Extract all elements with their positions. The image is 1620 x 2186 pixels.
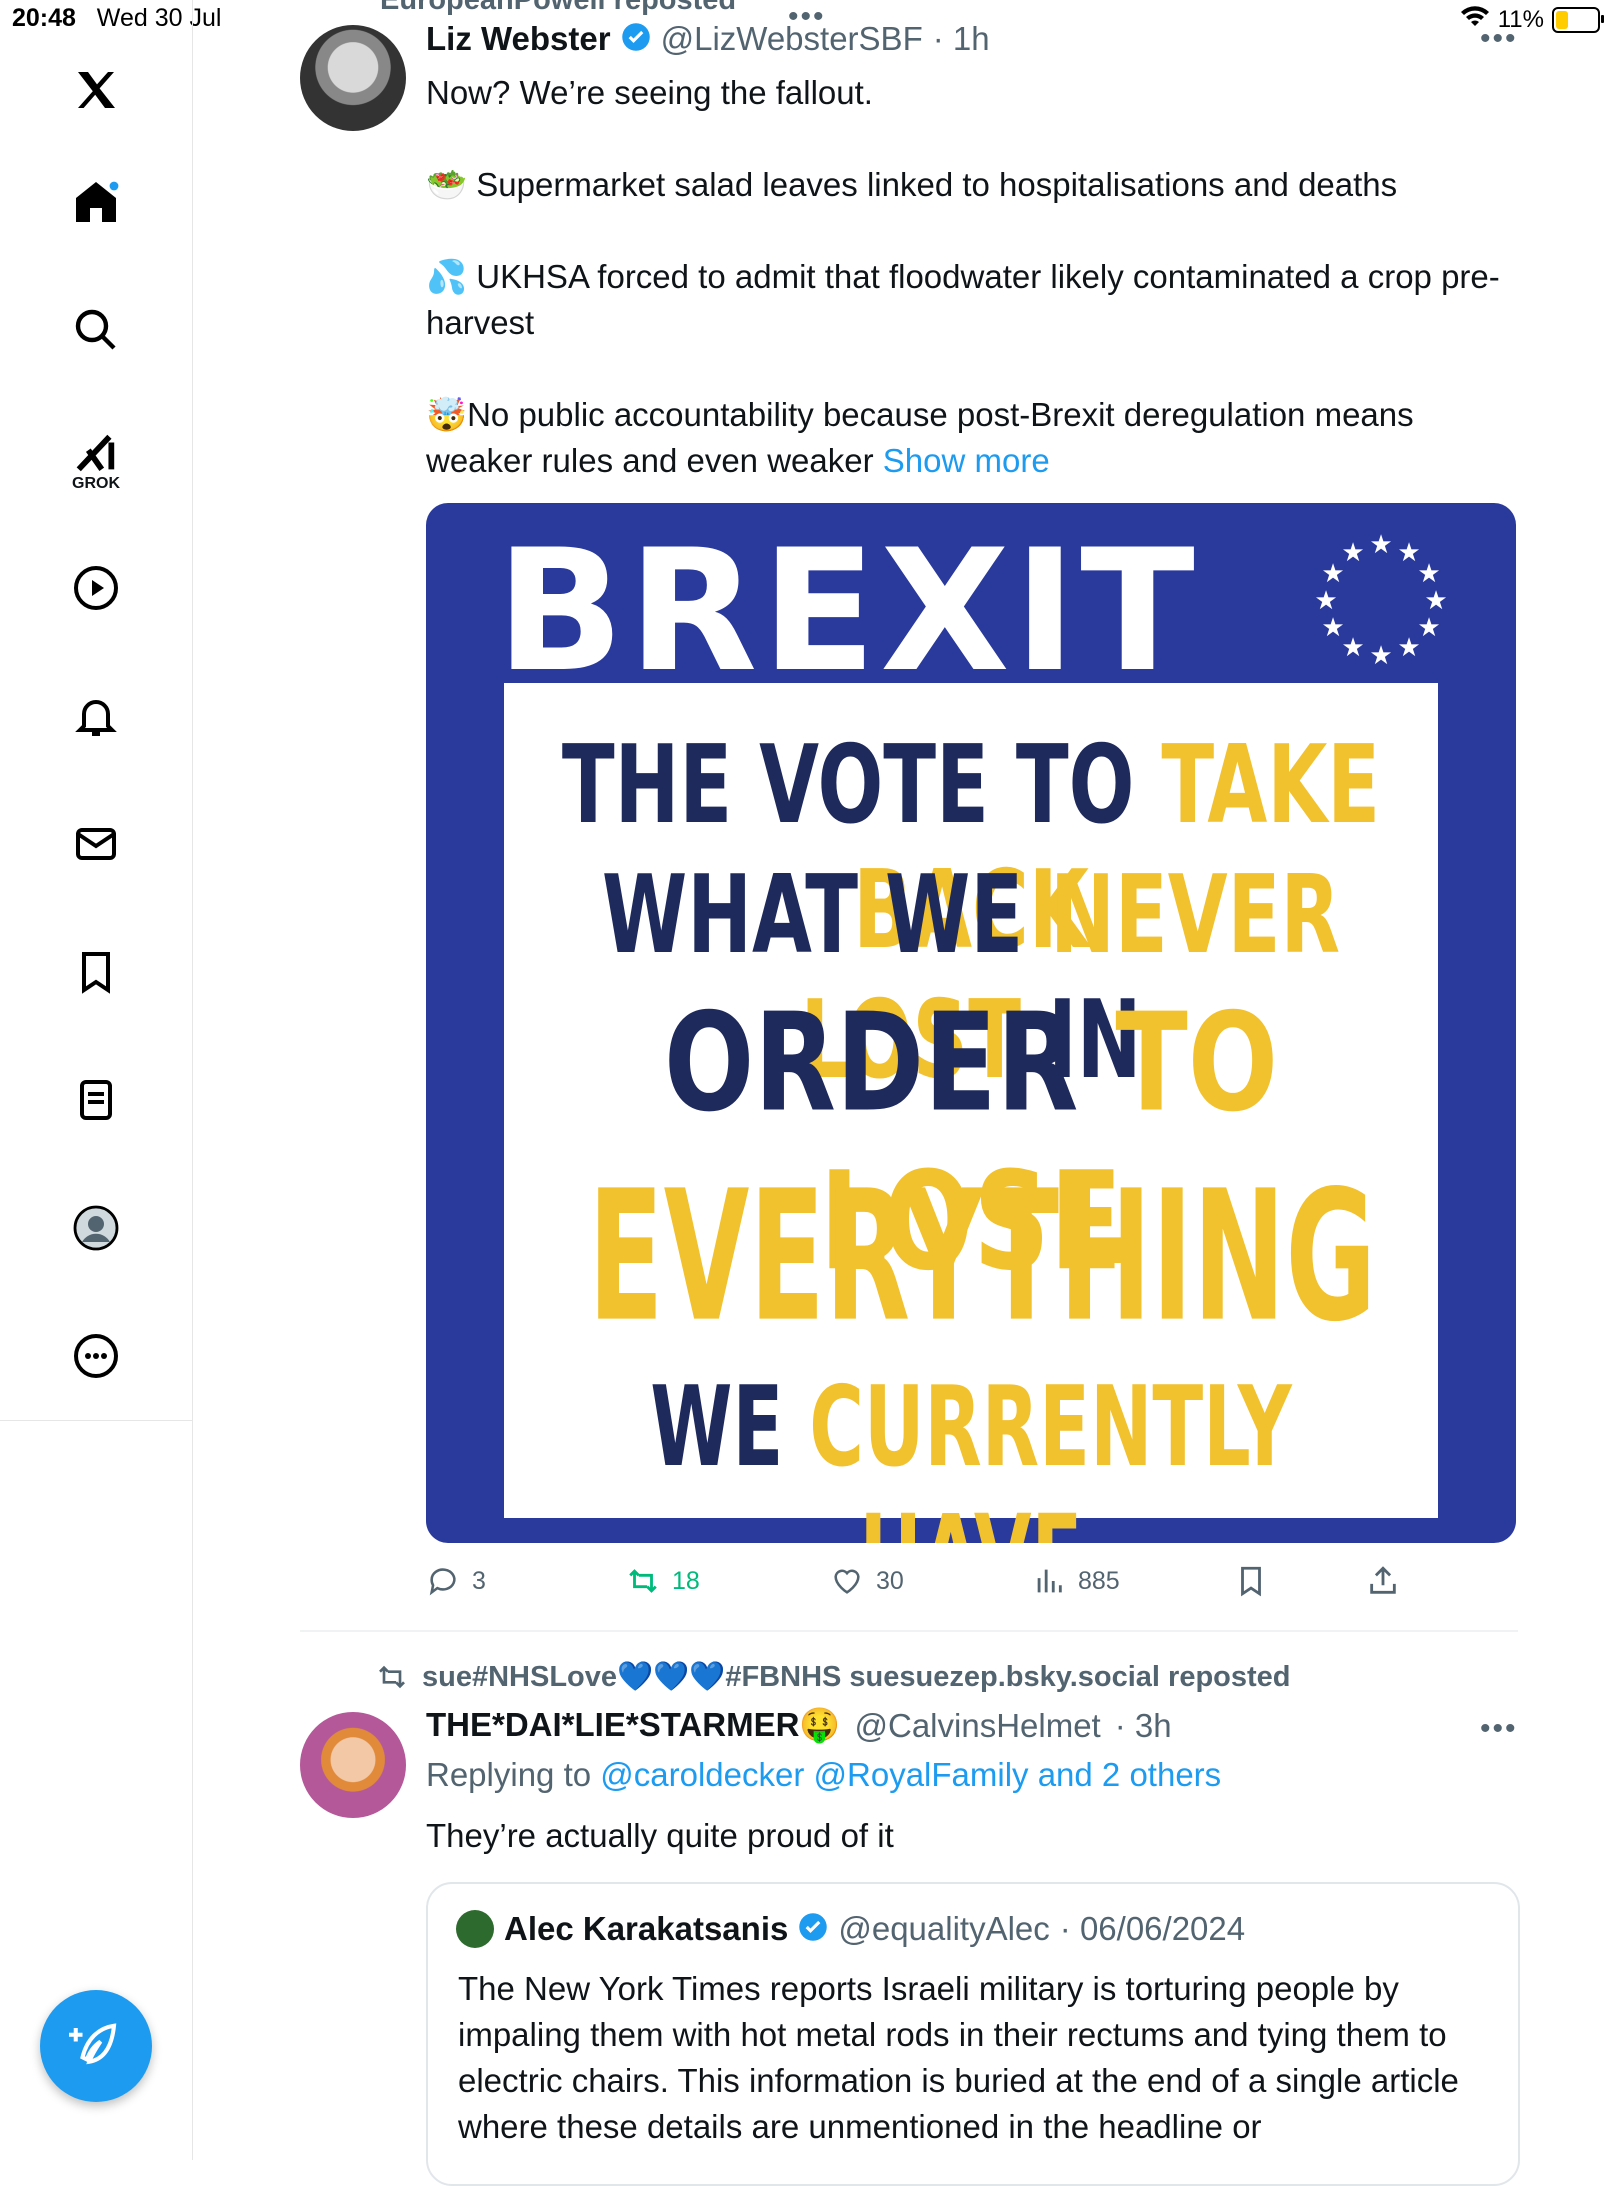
repost-button[interactable]: 18: [626, 1564, 700, 1598]
search-icon[interactable]: [66, 300, 126, 360]
slogan-line-5: WE CURRENTLY HAVE: [650, 1363, 1292, 1543]
svg-text:★: ★: [1341, 633, 1364, 663]
quote-avatar[interactable]: [456, 1910, 494, 1948]
reply-button[interactable]: 3: [426, 1564, 486, 1598]
reply-count: 3: [472, 1566, 486, 1595]
bookmarks-icon[interactable]: [66, 942, 126, 1002]
tweet-header: THE*DAI*LIE*STARMER🤑 @CalvinsHelmet · 3h: [426, 1706, 1172, 1745]
author-name[interactable]: Liz Webster: [426, 20, 611, 58]
home-icon[interactable]: [66, 172, 126, 232]
svg-text:★: ★: [1417, 559, 1440, 589]
views-button[interactable]: 885: [1032, 1564, 1120, 1598]
profile-avatar-icon[interactable]: [66, 1198, 126, 1258]
tweet-time[interactable]: · 1h: [933, 20, 990, 58]
svg-text:★: ★: [1417, 613, 1440, 643]
author-avatar[interactable]: [300, 1712, 406, 1818]
repost-icon: [629, 1569, 657, 1593]
svg-text:★: ★: [1314, 586, 1337, 616]
tweet-separator: [300, 1630, 1518, 1632]
replying-to-link[interactable]: @caroldecker @RoyalFamily and 2 others: [600, 1756, 1221, 1793]
heart-icon: [834, 1569, 860, 1594]
quote-date: · 06/06/2024: [1059, 1910, 1246, 1947]
tweet-header: Liz Webster @LizWebsterSBF · 1h: [426, 20, 990, 58]
more-options-icon[interactable]: [66, 1326, 126, 1386]
repost-context: EuropeanPowell reposted: [380, 0, 737, 16]
quote-handle[interactable]: @equalityAlec: [838, 1910, 1049, 1948]
quote-header: Alec Karakatsanis @equalityAlec · 06/06/…: [456, 1910, 1245, 1948]
x-logo-icon[interactable]: [66, 60, 126, 120]
tweet-line: 🥗 Supermarket salad leaves linked to hos…: [426, 166, 1398, 203]
svg-text:★: ★: [1321, 613, 1344, 643]
bookmark-icon: [1241, 1566, 1261, 1597]
view-count: 885: [1078, 1566, 1120, 1595]
messages-envelope-icon[interactable]: [66, 814, 126, 874]
eu-stars-icon: ★ ★★★ ★★★★ ★★★★: [1314, 530, 1447, 671]
image-title: BREXIT: [496, 513, 1199, 709]
svg-text:★: ★: [1424, 586, 1447, 616]
verified-badge-icon: [798, 1912, 828, 1947]
notifications-bell-icon[interactable]: [66, 686, 126, 746]
tweet-time[interactable]: · 3h: [1115, 1707, 1172, 1745]
reply-icon: [429, 1568, 456, 1596]
tweet-more-icon[interactable]: •••: [1480, 1712, 1518, 1746]
svg-text:★: ★: [1369, 530, 1392, 560]
slogan-line-4: EVERYTHING: [588, 1153, 1377, 1362]
tweet-more-icon[interactable]: •••: [1480, 22, 1518, 56]
tweet-text: They’re actually quite proud of it: [426, 1817, 894, 1854]
repost-small-icon: [379, 1665, 405, 1689]
replying-to: Replying to @caroldecker @RoyalFamily an…: [426, 1756, 1222, 1793]
tweet-body: Now? We’re seeing the fallout. 🥗 Superma…: [426, 70, 1526, 484]
grok-icon[interactable]: GROK: [66, 422, 126, 502]
repost-count: 18: [672, 1566, 700, 1595]
compose-feather-icon: [69, 2023, 117, 2065]
share-button[interactable]: [1366, 1564, 1400, 1598]
sidebar-divider: [0, 1420, 192, 1421]
repost-context: sue#NHSLove💙💙💙#FBNHS suesuezep.bsky.soci…: [376, 1660, 1291, 1694]
author-handle[interactable]: @CalvinsHelmet: [855, 1707, 1101, 1745]
battery-icon: [1552, 6, 1604, 33]
tweet-line: Now? We’re seeing the fallout.: [426, 74, 873, 111]
video-play-icon[interactable]: [66, 558, 126, 618]
views-chart-icon: [1037, 1569, 1062, 1593]
slogan-panel: THE VOTE TO TAKE BACK WHAT WE NEVER LOST…: [504, 683, 1438, 1543]
quote-author-name[interactable]: Alec Karakatsanis: [504, 1910, 788, 1948]
verified-badge-icon: [621, 22, 651, 57]
quote-text: The New York Times reports Israeli milit…: [458, 1970, 1459, 2145]
compose-post-button[interactable]: [40, 1990, 152, 2102]
author-avatar[interactable]: [300, 25, 406, 131]
svg-text:★: ★: [1341, 538, 1364, 568]
post-image[interactable]: BREXIT ★ ★ ★ ★ ★ ★ ★ ★ ★ ★ ★ ★ THE VOTE TO TAKE B…: [426, 503, 1516, 1543]
grok-label: GROK: [72, 475, 120, 492]
bookmark-button[interactable]: [1234, 1564, 1268, 1598]
svg-text:★: ★: [1369, 641, 1392, 671]
svg-text:★: ★: [1397, 633, 1420, 663]
author-handle[interactable]: @LizWebsterSBF: [661, 20, 923, 58]
show-more-link[interactable]: Show more: [883, 442, 1050, 479]
share-icon: [1370, 1566, 1396, 1594]
author-name[interactable]: THE*DAI*LIE*STARMER🤑: [426, 1706, 841, 1745]
like-button[interactable]: 30: [830, 1564, 904, 1598]
tweet-line: 💦 UKHSA forced to admit that floodwater …: [426, 258, 1500, 341]
quoted-tweet[interactable]: Alec Karakatsanis @equalityAlec · 06/06/…: [426, 1882, 1520, 2186]
sidebar: GROK: [0, 0, 193, 2160]
like-count: 30: [876, 1566, 904, 1595]
lists-icon[interactable]: [66, 1070, 126, 1130]
